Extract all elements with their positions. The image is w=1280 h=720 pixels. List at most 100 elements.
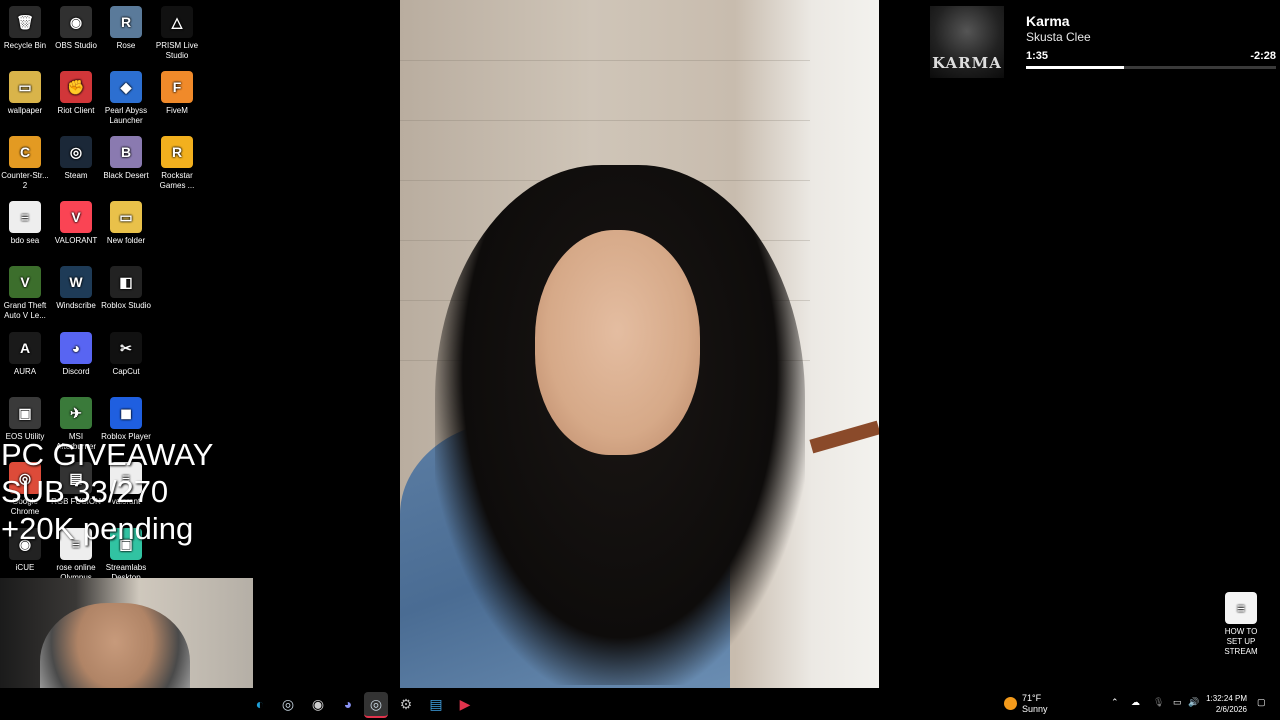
desktop-icon-label: Riot Client (57, 106, 95, 115)
app-icon: ◎ (60, 136, 92, 168)
app-icon: ◼ (110, 397, 142, 429)
app-icon: 🗑 (9, 6, 41, 38)
desktop-icon[interactable]: V VALORANT (51, 201, 101, 246)
app-icon: V (60, 201, 92, 233)
desktop-icon[interactable]: ◧ Roblox Studio (101, 266, 151, 311)
desktop-icon[interactable]: 🗑 Recycle Bin (0, 6, 50, 51)
sun-icon[interactable] (1004, 697, 1017, 710)
app-icon: ◆ (110, 71, 142, 103)
chevron-up-icon[interactable]: ⌃ (1111, 697, 1119, 708)
media-player-icon[interactable]: ▶ (453, 692, 477, 716)
app-icon: ▣ (9, 397, 41, 429)
time-elapsed: 1:35 (1026, 50, 1049, 62)
edge-icon[interactable]: ◐ (248, 692, 272, 716)
desktop-icon[interactable]: ▭ New folder (101, 201, 151, 246)
microphone-icon[interactable]: 🎙 (1153, 697, 1164, 708)
app-icon: C (9, 136, 41, 168)
desktop-icon-label: Grand Theft Auto V Le... (3, 301, 47, 320)
desktop-icon[interactable]: △ PRISM Live Studio (152, 6, 202, 61)
desktop-icon[interactable]: ▭ wallpaper (0, 71, 50, 116)
desktop-icon-label: Windscribe (56, 301, 96, 310)
desktop-icon-label: PRISM Live Studio (155, 41, 199, 60)
desktop-icon-label: Rose (116, 41, 136, 50)
desktop-icon-label: Rockstar Games ... (159, 171, 195, 190)
app-icon: R (110, 6, 142, 38)
steam-icon[interactable]: ◎ (276, 692, 300, 716)
app-icon: ✂ (110, 332, 142, 364)
now-playing-widget: KARMA Karma Skusta Clee 1:35 -2:28 (928, 6, 1280, 80)
clock-time: 1:32:24 PM (1206, 694, 1247, 703)
desktop-icon-label: Pearl Abyss Launcher (104, 106, 148, 125)
app-icon: ▭ (9, 71, 41, 103)
desktop-icon-label: Roblox Studio (101, 301, 151, 310)
desktop-icon-label: VALORANT (54, 236, 98, 245)
desktop-icon-label: iCUE (15, 563, 35, 572)
album-art-text: KARMA (932, 54, 1002, 72)
cloud-icon[interactable]: ☁ (1131, 697, 1140, 708)
app-icon: V (9, 266, 41, 298)
time-remaining: -2:28 (1250, 50, 1276, 62)
desktop-icon[interactable]: ◉ OBS Studio (51, 6, 101, 51)
wallpaper-photo (400, 0, 879, 688)
weather-widget[interactable]: 71°F Sunny (1022, 693, 1048, 715)
app-icon: ✊ (60, 71, 92, 103)
app-icon: A (9, 332, 41, 364)
steam-active-icon[interactable]: ◎ (364, 692, 388, 718)
app-icon: ≡ (1225, 592, 1257, 624)
giveaway-line-3: +20K pending (1, 511, 194, 546)
progress-bar (1026, 66, 1276, 69)
notification-icon[interactable]: ▢ (1257, 697, 1266, 708)
app-icon: W (60, 266, 92, 298)
desktop-icon-label: wallpaper (7, 106, 43, 115)
taskbar-clock[interactable]: 1:32:24 PM 2/6/2026 (1206, 693, 1247, 715)
desktop-icon-label: HOW TO SET UP STREAM (1224, 627, 1258, 656)
desktop-icon[interactable]: ✂ CapCut (101, 332, 151, 377)
desktop-icon[interactable]: ≡ HOW TO SET UP STREAM (1216, 592, 1266, 657)
desktop-icon-label: Recycle Bin (3, 41, 47, 50)
app-icon: △ (161, 6, 193, 38)
weather-temp: 71°F (1022, 693, 1042, 703)
desktop-icon-label: Steam (64, 171, 88, 180)
desktop-icon[interactable]: W Windscribe (51, 266, 101, 311)
desktop-icon[interactable]: ◆ Pearl Abyss Launcher (101, 71, 151, 126)
settings-icon[interactable]: ⚙ (394, 692, 418, 716)
desktop-icon[interactable]: ◕ Discord (51, 332, 101, 377)
desktop-icon[interactable]: R Rose (101, 6, 151, 51)
desktop-icon-label: OBS Studio (55, 41, 97, 50)
app-icon: B (110, 136, 142, 168)
network-icon[interactable]: ▭ (1173, 697, 1182, 708)
desktop-icon[interactable]: A AURA (0, 332, 50, 377)
album-art: KARMA (930, 6, 1004, 78)
notepad-icon[interactable]: ▤ (424, 692, 448, 716)
photo-face (535, 230, 700, 455)
desktop-icon-label: Counter-Str... 2 (1, 171, 49, 190)
discord-icon[interactable]: ◕ (336, 692, 360, 716)
desktop-icon[interactable]: R Rockstar Games ... (152, 136, 202, 191)
giveaway-line-1: PC GIVEAWAY (1, 437, 214, 472)
desktop-icon[interactable]: V Grand Theft Auto V Le... (0, 266, 50, 321)
desktop-icon[interactable]: F FiveM (152, 71, 202, 116)
desktop-icon[interactable]: ✊ Riot Client (51, 71, 101, 116)
desktop-icon[interactable]: ≡ bdo sea (0, 201, 50, 246)
obs-icon[interactable]: ◉ (306, 692, 330, 716)
photo-stair-rail (809, 420, 879, 454)
app-icon: ≡ (9, 201, 41, 233)
desktop-icon-label: New folder (106, 236, 146, 245)
giveaway-overlay: PC GIVEAWAY SUB 33/270 +20K pending (1, 436, 213, 547)
app-icon: F (161, 71, 193, 103)
desktop-icon-label: Black Desert (103, 171, 149, 180)
clock-date: 2/6/2026 (1215, 705, 1247, 714)
desktop-icon-label: FiveM (166, 106, 188, 115)
desktop-icon[interactable]: C Counter-Str... 2 (0, 136, 50, 191)
desktop-icon-label: CapCut (112, 367, 140, 376)
app-icon: ◉ (60, 6, 92, 38)
desktop-icon[interactable]: B Black Desert (101, 136, 151, 181)
app-icon: ◕ (60, 332, 92, 364)
taskbar (0, 688, 1280, 720)
desktop-icon-label: bdo sea (10, 236, 40, 245)
speaker-icon[interactable]: 🔊 (1188, 697, 1199, 708)
giveaway-line-2: SUB 33/270 (1, 474, 169, 509)
desktop-icon[interactable]: ◎ Steam (51, 136, 101, 181)
desktop-icon-label: Discord (62, 367, 90, 376)
weather-desc: Sunny (1022, 704, 1048, 714)
